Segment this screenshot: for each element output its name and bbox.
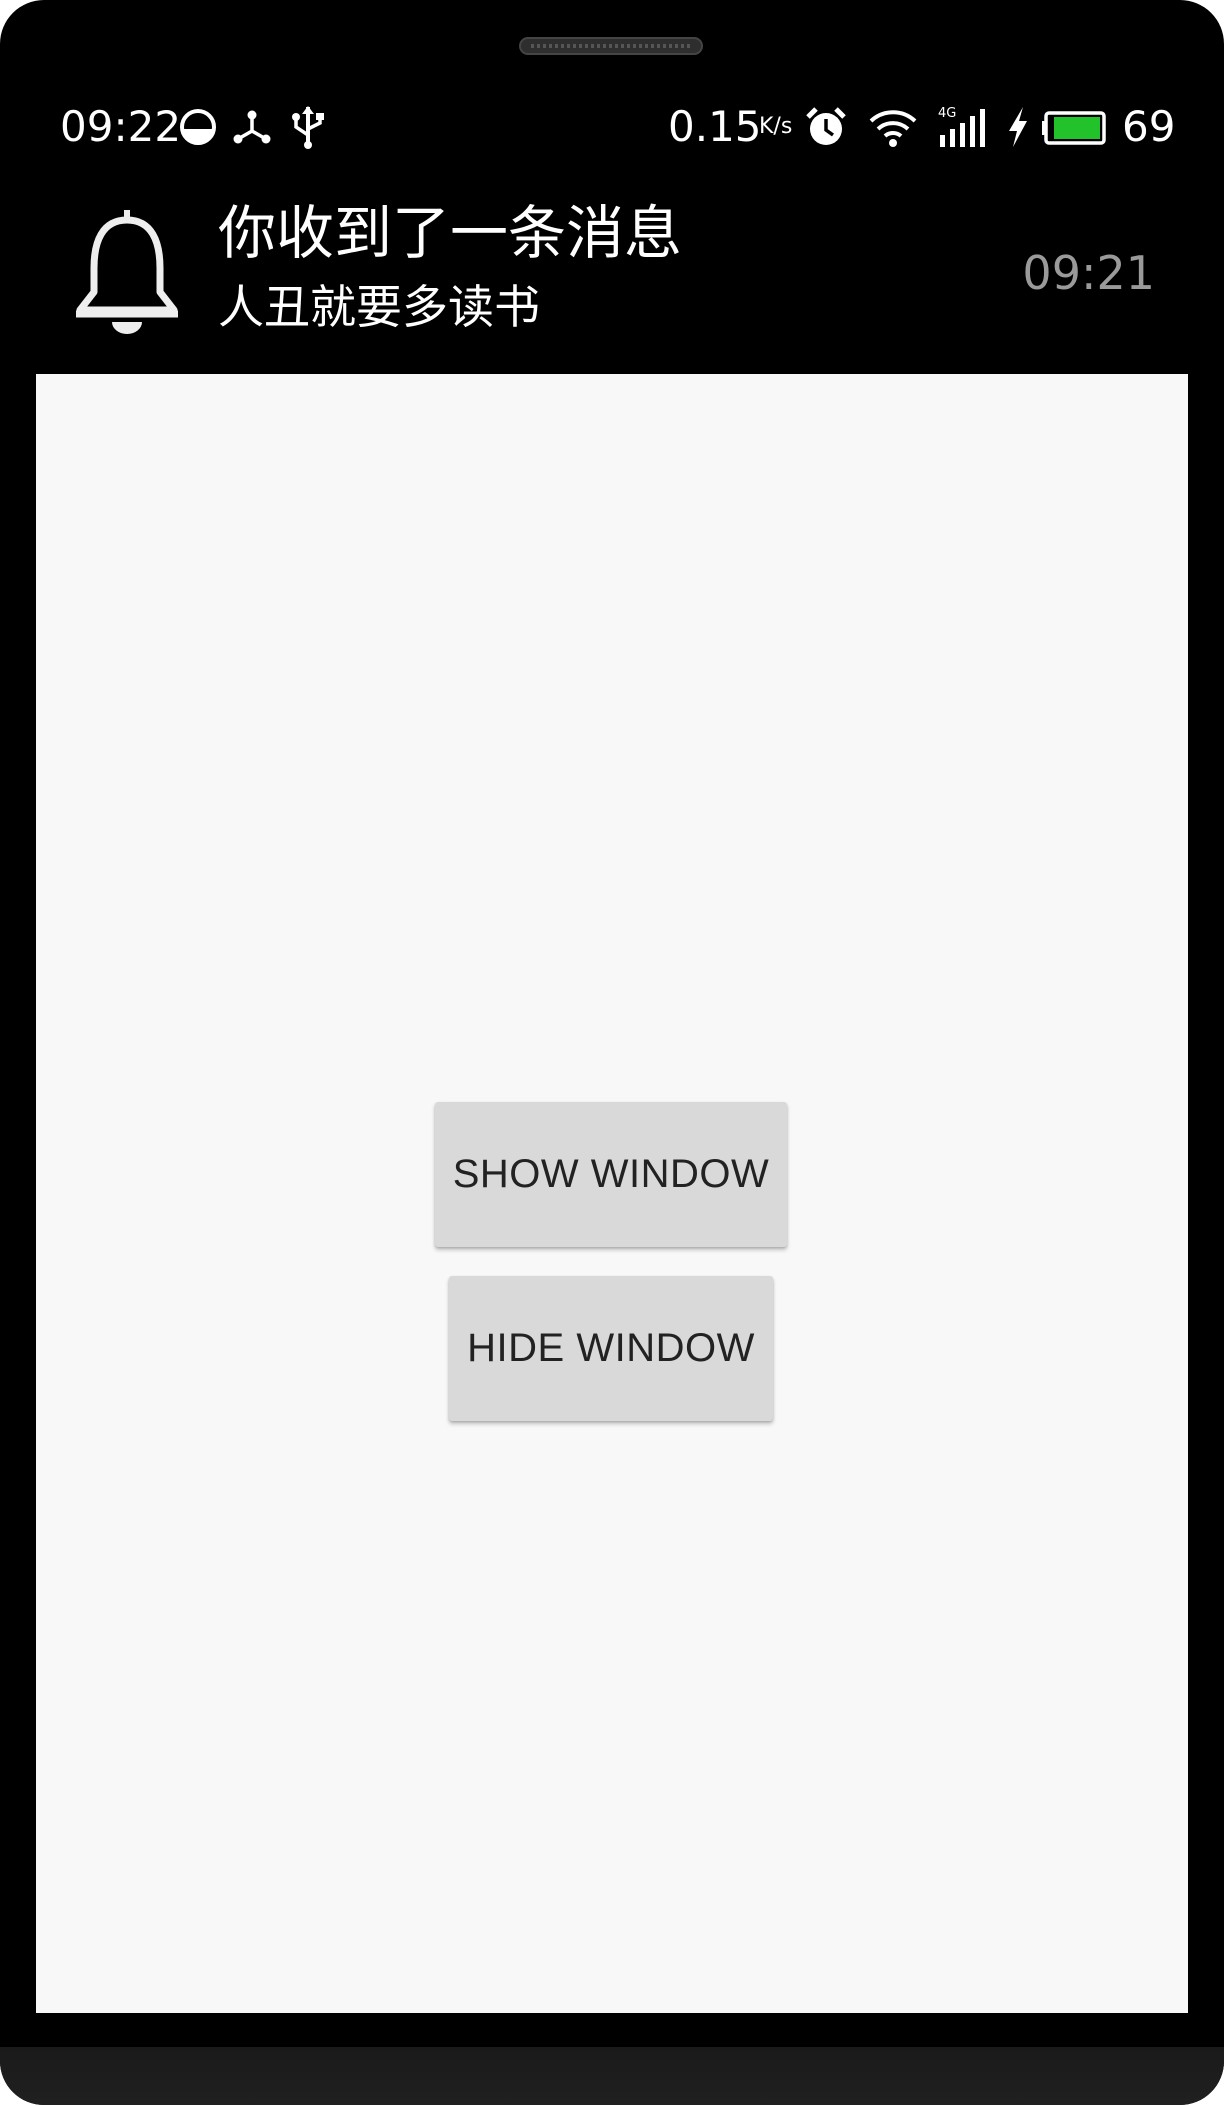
phone-frame: 09:22 0.15 K/s 4G 69 你收到了一条消息 人丑就要多读书 09… xyxy=(0,0,1224,2105)
bell-icon xyxy=(72,210,182,334)
signal-4g-icon: 4G xyxy=(938,105,990,149)
share-icon xyxy=(232,105,272,149)
network-speed-unit: K/s xyxy=(759,114,793,139)
status-time: 09:22 xyxy=(60,102,182,151)
alarm-icon xyxy=(804,105,846,149)
svg-text:4G: 4G xyxy=(938,106,956,121)
phone-bottom-bezel xyxy=(0,2047,1224,2105)
app-content: SHOW WINDOW HIDE WINDOW xyxy=(36,374,1188,2013)
network-speed: 0.15 xyxy=(668,102,762,151)
show-window-button[interactable]: SHOW WINDOW xyxy=(435,1102,787,1247)
battery-percent: 69 xyxy=(1122,102,1176,151)
notification-banner[interactable]: 你收到了一条消息 人丑就要多读书 09:21 xyxy=(0,190,1224,370)
data-saver-icon xyxy=(178,105,218,149)
status-bar: 09:22 0.15 K/s 4G 69 xyxy=(0,95,1224,165)
wifi-icon xyxy=(868,105,918,149)
charging-icon xyxy=(1005,105,1031,149)
notification-time: 09:21 xyxy=(1022,246,1155,300)
notification-title: 你收到了一条消息 xyxy=(218,199,683,267)
usb-icon xyxy=(288,105,328,149)
notification-text: 人丑就要多读书 xyxy=(218,280,540,334)
hide-window-button[interactable]: HIDE WINDOW xyxy=(449,1276,773,1421)
speaker-grille xyxy=(519,37,703,55)
battery-icon xyxy=(1042,105,1110,149)
